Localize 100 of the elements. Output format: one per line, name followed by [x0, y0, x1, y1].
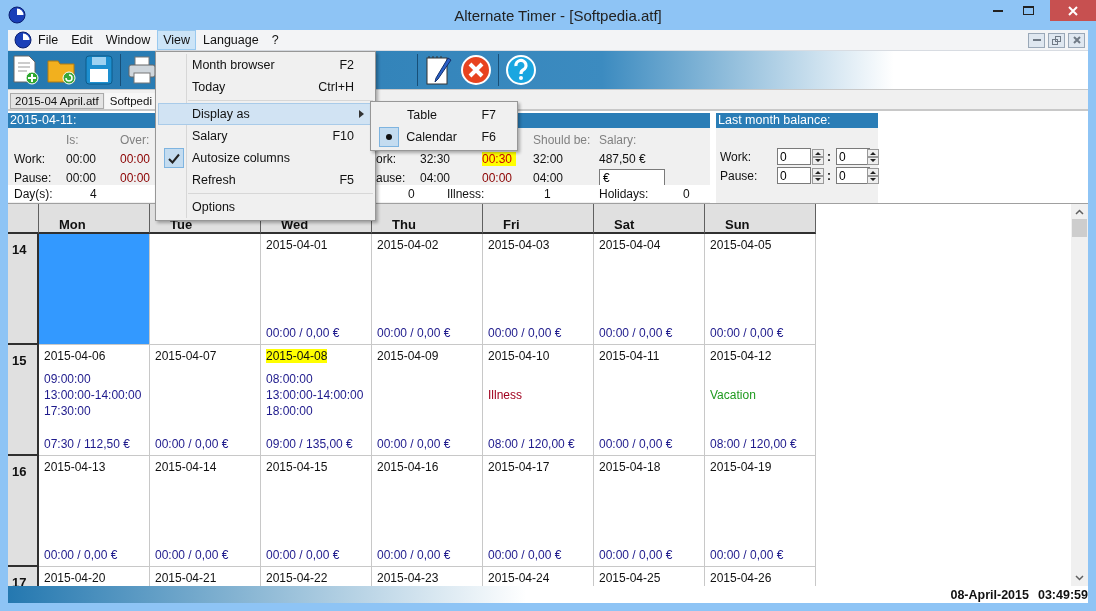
day-cell[interactable]: 2015-04-02 00:00 / 0,00 €	[372, 234, 483, 345]
menu-item[interactable]: Month browser F2	[158, 54, 373, 76]
spin-button[interactable]	[812, 148, 824, 165]
day-cell[interactable]: 2015-04-09 00:00 / 0,00 €	[372, 345, 483, 456]
hours-field[interactable]: 0	[777, 148, 811, 165]
spin-button[interactable]	[867, 148, 879, 165]
menu-bar-item[interactable]: ?	[265, 30, 285, 50]
day-cell[interactable]: 2015-04-12 Vacation 08:00 / 120,00 €	[705, 345, 816, 456]
day-cell[interactable]: 2015-04-03 00:00 / 0,00 €	[483, 234, 594, 345]
count-value: 0	[683, 186, 690, 201]
weekday-header: Sun	[705, 204, 816, 234]
day-cell[interactable]	[150, 234, 261, 345]
child-minimize-button[interactable]	[1028, 32, 1045, 48]
child-restore-button[interactable]	[1048, 32, 1065, 48]
save-icon[interactable]	[84, 54, 114, 86]
day-date: 2015-04-05	[710, 238, 772, 252]
day-date: 2015-04-13	[44, 460, 106, 474]
time-value: 04:00	[420, 170, 452, 185]
menu-bar-item[interactable]: Language	[197, 30, 265, 50]
hours-field[interactable]: 0	[777, 167, 811, 184]
day-total: 08:00 / 120,00 €	[488, 437, 576, 451]
menu-item[interactable]: Refresh F5	[158, 169, 373, 191]
status-date: 08-April-2015	[950, 587, 1029, 602]
salary-value: 487,50 €	[599, 151, 647, 166]
count-label: Day(s):	[14, 186, 53, 201]
time-value: 00:00	[66, 170, 98, 185]
day-date: 2015-04-26	[710, 571, 772, 585]
scroll-up-icon[interactable]	[1075, 209, 1084, 215]
menu-item[interactable]: Display as	[158, 103, 373, 125]
scrollbar[interactable]	[1071, 204, 1088, 586]
day-total: 00:00 / 0,00 €	[44, 548, 119, 562]
salary-field[interactable]: €	[599, 169, 665, 186]
column-header: Is:	[66, 132, 80, 147]
day-date: 2015-04-09	[377, 349, 439, 363]
day-cell[interactable]: 2015-04-15 00:00 / 0,00 €	[261, 456, 372, 567]
file-tab[interactable]: Softpedi	[104, 93, 157, 109]
day-cell[interactable]: 2015-04-10 Illness 08:00 / 120,00 €	[483, 345, 594, 456]
scroll-thumb[interactable]	[1072, 219, 1087, 237]
day-total: 00:00 / 0,00 €	[599, 437, 674, 451]
day-date: 2015-04-15	[266, 460, 328, 474]
day-total: 00:00 / 0,00 €	[488, 548, 563, 562]
menu-item[interactable]: Salary F10	[158, 125, 373, 147]
day-cell[interactable]: 2015-04-18 00:00 / 0,00 €	[594, 456, 705, 567]
day-cell[interactable]: 2015-04-11 00:00 / 0,00 €	[594, 345, 705, 456]
minutes-field[interactable]: 0	[836, 167, 870, 184]
day-total: 00:00 / 0,00 €	[377, 326, 452, 340]
menu-bar-item[interactable]: Window	[99, 30, 157, 50]
day-date: 2015-04-20	[44, 571, 106, 585]
close-button[interactable]	[1050, 0, 1096, 21]
day-cell[interactable]: 2015-04-07 00:00 / 0,00 €	[150, 345, 261, 456]
help-icon[interactable]	[505, 54, 537, 86]
printer-icon[interactable]	[127, 54, 157, 86]
spin-button[interactable]	[867, 167, 879, 184]
maximize-icon	[1022, 6, 1034, 15]
column-header: Over:	[120, 132, 151, 147]
menu-bar-item[interactable]: File	[32, 30, 65, 50]
spin-button[interactable]	[812, 167, 824, 184]
day-cell[interactable]	[39, 234, 150, 345]
notepad-pen-icon[interactable]	[424, 54, 454, 86]
day-cell[interactable]: 2015-04-14 00:00 / 0,00 €	[150, 456, 261, 567]
new-document-icon[interactable]	[10, 54, 40, 86]
time-value: 04:00	[533, 170, 565, 185]
day-total: 08:00 / 120,00 €	[710, 437, 798, 451]
day-date: 2015-04-19	[710, 460, 772, 474]
menu-item[interactable]: Autosize columns	[158, 147, 373, 169]
header-cell	[8, 204, 39, 234]
count-value: 4	[90, 186, 97, 201]
menu-item[interactable]: Calendar F6	[373, 126, 515, 148]
weekday-header: Mon	[39, 204, 150, 234]
menu-item[interactable]: Today Ctrl+H	[158, 76, 373, 98]
day-date: 2015-04-14	[155, 460, 217, 474]
close-circle-icon[interactable]	[460, 54, 492, 86]
child-close-button[interactable]	[1068, 32, 1085, 48]
day-cell[interactable]: 2015-04-01 00:00 / 0,00 €	[261, 234, 372, 345]
day-date: 2015-04-01	[266, 238, 328, 252]
day-cell[interactable]: 2015-04-13 00:00 / 0,00 €	[39, 456, 150, 567]
day-cell[interactable]: 2015-04-19 00:00 / 0,00 €	[705, 456, 816, 567]
day-date: 2015-04-16	[377, 460, 439, 474]
row-label: ause:	[376, 170, 407, 185]
panel-header: Last month balance:	[716, 113, 878, 128]
week-number: 16	[8, 456, 39, 567]
day-cell[interactable]: 2015-04-06 09:00:00 13:00:00-14:00:00 17:30:00 07:30 / 112,50 €	[39, 345, 150, 456]
day-cell[interactable]: 2015-04-04 00:00 / 0,00 €	[594, 234, 705, 345]
file-tab[interactable]: 2015-04 April.atf	[10, 93, 104, 109]
day-cell[interactable]: 2015-04-16 00:00 / 0,00 €	[372, 456, 483, 567]
time-value: 32:00	[533, 151, 565, 166]
day-date: 2015-04-18	[599, 460, 661, 474]
scroll-down-icon[interactable]	[1075, 575, 1084, 581]
time-value: 32:30	[420, 151, 452, 166]
menu-bar-item[interactable]: Edit	[65, 30, 99, 50]
menu-bar-item[interactable]: View	[157, 30, 197, 50]
minutes-field[interactable]: 0	[836, 148, 870, 165]
day-cell[interactable]: 2015-04-17 00:00 / 0,00 €	[483, 456, 594, 567]
day-total: 00:00 / 0,00 €	[266, 548, 341, 562]
day-date: 2015-04-03	[488, 238, 550, 252]
day-cell[interactable]: 2015-04-08 08:00:00 13:00:00-14:00:00 18:00:00 09:00 / 135,00 €	[261, 345, 372, 456]
absence-label: Illness	[488, 387, 523, 403]
row-label: Pause:	[14, 170, 53, 185]
column-header: Should be:	[533, 132, 592, 147]
day-cell[interactable]: 2015-04-05 00:00 / 0,00 €	[705, 234, 816, 345]
